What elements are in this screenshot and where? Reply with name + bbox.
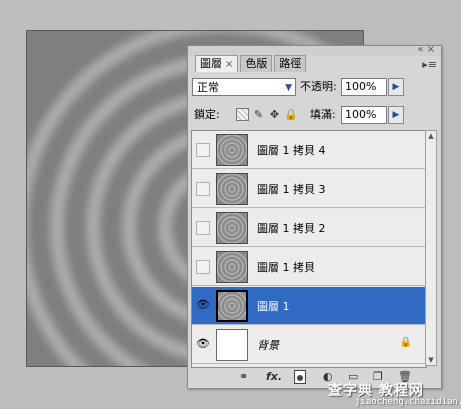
- tab-channels[interactable]: 色版: [240, 55, 273, 72]
- tab-layers[interactable]: 圖層 ×: [195, 55, 239, 72]
- opacity-slider-button[interactable]: ▶: [388, 78, 404, 96]
- layer-thumbnail: [216, 134, 248, 166]
- layer-row[interactable]: 圖層 1 拷貝 3: [192, 170, 426, 208]
- lock-transparency-icon[interactable]: [236, 108, 249, 121]
- layer-thumbnail: [216, 251, 248, 283]
- blend-opacity-row: 正常 ▼ 不透明: 100% ▶: [192, 77, 437, 99]
- layer-row[interactable]: 圖層 1 拷貝 4: [192, 131, 426, 169]
- opacity-label: 不透明:: [300, 80, 337, 93]
- layer-mask-icon[interactable]: [294, 370, 306, 384]
- layer-name: 圖層 1 拷貝 4: [257, 144, 326, 157]
- layer-row-background[interactable]: 👁 背景 🔒: [192, 326, 426, 364]
- layer-name: 圖層 1 拷貝 3: [257, 183, 326, 196]
- scroll-up-icon[interactable]: ▲: [426, 131, 436, 141]
- layer-thumbnail: [216, 290, 248, 322]
- opacity-value: 100%: [345, 80, 377, 93]
- close-icon[interactable]: ×: [225, 59, 233, 70]
- eye-icon[interactable]: 👁: [196, 338, 210, 352]
- lock-brush-icon[interactable]: ✎: [252, 108, 265, 121]
- layer-name: 圖層 1 拷貝 2: [257, 222, 326, 235]
- scroll-down-icon[interactable]: ▼: [426, 355, 436, 365]
- blend-mode-value: 正常: [197, 81, 219, 94]
- lock-label: 鎖定:: [194, 108, 220, 121]
- lock-fill-row: 鎖定: ✎ ✥ 🔒 填滿: 100% ▶: [192, 106, 437, 128]
- fx-icon[interactable]: fx.: [266, 370, 282, 384]
- layers-panel: « × 圖層 × 色版 路徑 ▸≡ 正常 ▼ 不透明: 100% ▶ 鎖定: ✎ …: [187, 44, 442, 389]
- eye-icon[interactable]: 👁: [196, 299, 210, 313]
- layer-row[interactable]: 圖層 1 拷貝: [192, 248, 426, 286]
- panel-menu-icon[interactable]: ▸≡: [422, 58, 437, 71]
- tab-channels-label: 色版: [245, 57, 268, 70]
- layer-thumbnail: [216, 173, 248, 205]
- layer-thumbnail: [216, 329, 248, 361]
- lock-icon: 🔒: [399, 337, 412, 348]
- layer-row-selected[interactable]: 👁 圖層 1: [192, 287, 426, 325]
- fill-input[interactable]: 100%: [341, 106, 387, 124]
- watermark-url: jiaocheng.chazidian.com: [355, 397, 461, 407]
- visibility-toggle[interactable]: [196, 260, 210, 274]
- layer-name: 背景: [257, 339, 279, 352]
- layer-row[interactable]: 圖層 1 拷貝 2: [192, 209, 426, 247]
- opacity-input[interactable]: 100%: [341, 78, 387, 96]
- layer-name: 圖層 1: [257, 300, 290, 313]
- layer-list: 圖層 1 拷貝 4 圖層 1 拷貝 3 圖層 1 拷貝 2 圖層 1 拷貝 👁: [191, 130, 427, 368]
- visibility-toggle[interactable]: [196, 143, 210, 157]
- panel-tabs: 圖層 × 色版 路徑: [195, 55, 308, 72]
- fill-slider-button[interactable]: ▶: [388, 106, 404, 124]
- fill-value: 100%: [345, 108, 377, 121]
- fill-label: 填滿:: [310, 108, 336, 121]
- layer-thumbnail: [216, 212, 248, 244]
- chevron-down-icon: ▼: [285, 83, 292, 93]
- visibility-toggle[interactable]: [196, 182, 210, 196]
- visibility-toggle[interactable]: [196, 221, 210, 235]
- lock-all-icon[interactable]: 🔒: [284, 108, 298, 121]
- collapse-close-icons[interactable]: « ×: [417, 44, 435, 55]
- layer-list-scrollbar[interactable]: ▲ ▼: [425, 130, 437, 366]
- tab-layers-label: 圖層: [200, 57, 222, 70]
- link-layers-icon[interactable]: ⚭: [239, 370, 248, 384]
- tab-paths[interactable]: 路徑: [274, 55, 307, 72]
- blend-mode-select[interactable]: 正常 ▼: [192, 78, 296, 96]
- lock-move-icon[interactable]: ✥: [268, 108, 281, 121]
- layer-name: 圖層 1 拷貝: [257, 261, 315, 274]
- tab-paths-label: 路徑: [279, 57, 302, 70]
